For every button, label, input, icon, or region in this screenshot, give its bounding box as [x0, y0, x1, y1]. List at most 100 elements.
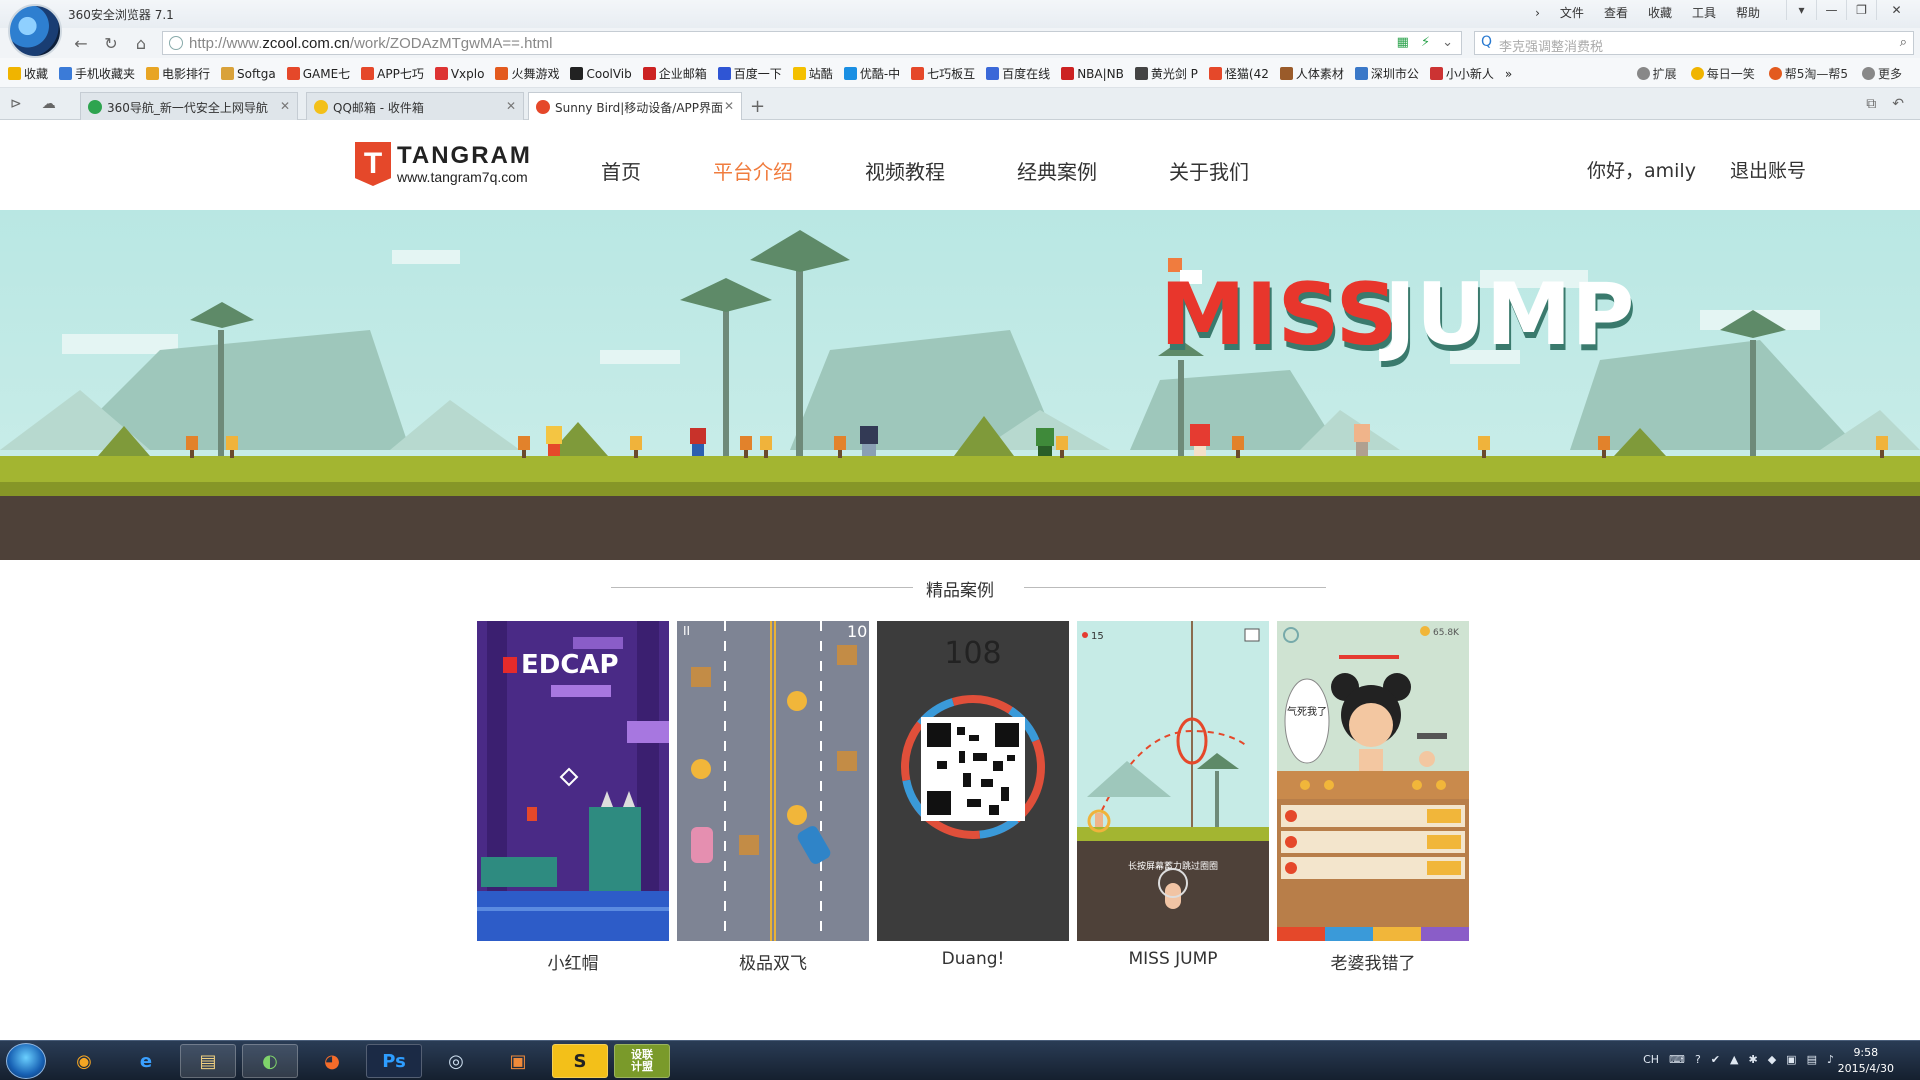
tab-sunny-bird[interactable]: Sunny Bird|移动设备/APP界面 ✕	[528, 92, 742, 121]
case-card-racing[interactable]: II 10 极品双飞	[677, 621, 869, 974]
tray-expand-icon[interactable]: ▲	[1730, 1053, 1738, 1066]
case-card-redcap[interactable]: EDCAP 小红帽	[477, 621, 669, 974]
favorite-item[interactable]: NBA|NB	[1061, 65, 1124, 82]
favorite-item[interactable]: 百度在线	[986, 65, 1050, 82]
favorite-item[interactable]: Vxplo	[434, 65, 484, 82]
input-language[interactable]: CH	[1643, 1053, 1659, 1066]
favorite-item[interactable]: 百度一下	[717, 65, 782, 82]
case-thumb[interactable]: 15 长按屏幕蓄力跳过圈圈	[1077, 621, 1269, 941]
favorite-item[interactable]: GAME七	[286, 65, 350, 82]
favorite-item[interactable]: 火舞游戏	[495, 65, 559, 82]
favorite-right-item[interactable]: 更多	[1861, 65, 1902, 82]
volume-icon[interactable]: ♪	[1827, 1053, 1834, 1066]
tray-check-icon[interactable]: ✔	[1711, 1053, 1720, 1066]
speed-mode-icon[interactable]: ⚡	[1421, 35, 1430, 50]
tab-close-icon[interactable]: ✕	[280, 99, 290, 113]
favorite-right-item[interactable]: 帮5淘—帮5	[1768, 65, 1848, 82]
favorite-item[interactable]: 站酷	[792, 65, 833, 82]
taskbar-security-icon[interactable]: ◉	[56, 1044, 112, 1078]
taskbar-chrome-icon[interactable]: ◕	[304, 1044, 360, 1078]
start-button[interactable]	[6, 1043, 46, 1079]
favorite-item[interactable]: 人体素材	[1279, 65, 1344, 82]
sidebar-toggle-icon[interactable]: ⊳	[10, 96, 22, 112]
home-icon[interactable]: ⌂	[128, 32, 154, 54]
nav-about-us[interactable]: 关于我们	[1169, 156, 1249, 185]
refresh-icon[interactable]: ↻	[98, 32, 124, 54]
taskbar-camera-icon[interactable]: ▣	[490, 1044, 546, 1078]
minimize-button[interactable]: —	[1816, 0, 1846, 20]
tray-360-icon[interactable]: ◆	[1768, 1053, 1776, 1066]
favorite-item[interactable]: 手机收藏夹	[59, 65, 135, 82]
case-card-duang[interactable]: 108 Duang!	[877, 621, 1069, 974]
favorite-item[interactable]: 七巧板互	[911, 65, 975, 82]
favorite-item[interactable]: APP七巧	[361, 65, 424, 82]
favorite-item[interactable]: CoolVib	[570, 65, 632, 82]
favorite-item[interactable]: 收藏	[8, 65, 48, 82]
clock[interactable]: 9:58 2015/4/30	[1838, 1045, 1894, 1077]
tab-qq-mail[interactable]: QQ邮箱 - 收件箱 ✕	[306, 92, 524, 120]
tab-360-nav[interactable]: 360导航_新一代安全上网导航 ✕	[80, 92, 298, 120]
favorites-more-icon[interactable]: »	[1505, 65, 1512, 82]
help-icon[interactable]: ?	[1695, 1053, 1701, 1066]
logout-link[interactable]: 退出账号	[1730, 156, 1806, 183]
favorite-item[interactable]: 黄光剑 P	[1134, 65, 1198, 82]
maximize-button[interactable]: ❐	[1846, 0, 1876, 20]
nav-classic-cases[interactable]: 经典案例	[1017, 156, 1097, 185]
menu-arrow-icon[interactable]: ›	[1525, 4, 1550, 22]
favorite-item[interactable]: 优酷-中	[843, 65, 900, 82]
keyboard-icon[interactable]: ⌨	[1669, 1053, 1685, 1066]
case-card-miss-jump[interactable]: 15 长按屏幕蓄力跳过圈圈 MISS JUMP	[1077, 621, 1269, 974]
favorite-item[interactable]: 深圳市公	[1354, 65, 1419, 82]
case-thumb[interactable]: EDCAP	[477, 621, 669, 941]
taskbar-photoshop-icon[interactable]: Ps	[366, 1044, 422, 1078]
back-icon[interactable]: ←	[68, 32, 94, 54]
undo-close-icon[interactable]: ↶	[1892, 96, 1904, 112]
network-icon[interactable]: ▤	[1807, 1053, 1817, 1066]
taskbar-explorer-icon[interactable]: ▤	[180, 1044, 236, 1078]
favorite-item[interactable]: 电影排行	[146, 65, 210, 82]
taskbar-360-browser-icon[interactable]: ◐	[242, 1044, 298, 1078]
qr-icon[interactable]: ▦	[1397, 35, 1409, 50]
tab-close-icon[interactable]: ✕	[724, 99, 734, 113]
case-name[interactable]: 小红帽	[477, 949, 669, 974]
search-input[interactable]: 李克强调整消费税	[1499, 36, 1603, 55]
taskbar-design-union-icon[interactable]: 设联 计盟	[614, 1044, 670, 1078]
url-field[interactable]: http://www.zcool.com.cn/work/ZODAzMTgwMA…	[162, 31, 1462, 55]
bluetooth-icon[interactable]: ✱	[1748, 1053, 1757, 1066]
tab-close-icon[interactable]: ✕	[506, 99, 516, 113]
favorite-right-item[interactable]: 每日一笑	[1690, 65, 1755, 82]
case-name[interactable]: 老婆我错了	[1277, 949, 1469, 974]
brand-logo[interactable]: T TANGRAM www.tangram7q.com	[355, 142, 532, 186]
case-name[interactable]: 极品双飞	[677, 949, 869, 974]
favorite-item[interactable]: 企业邮箱	[642, 65, 707, 82]
menu-view[interactable]: 查看	[1594, 4, 1638, 22]
skin-icon[interactable]: ▾	[1786, 0, 1816, 20]
favorite-item[interactable]: 怪猫(42	[1208, 65, 1269, 82]
taskbar-zcool-icon[interactable]: S	[552, 1044, 608, 1078]
case-card-sorry-wife[interactable]: 65.8K 气死我了 老婆我错了	[1277, 621, 1469, 974]
cloud-icon[interactable]: ☁	[42, 96, 56, 112]
case-thumb[interactable]: II 10	[677, 621, 869, 941]
taskbar-ie-icon[interactable]: e	[118, 1044, 174, 1078]
nav-video-tutorials[interactable]: 视频教程	[865, 156, 945, 185]
search-box[interactable]: Q 李克强调整消费税 ⌕	[1474, 31, 1914, 55]
case-name[interactable]: Duang!	[877, 949, 1069, 969]
action-center-icon[interactable]: ▣	[1786, 1053, 1796, 1066]
url-dropdown-icon[interactable]: ⌄	[1442, 35, 1453, 50]
restore-tabs-icon[interactable]: ⧉	[1866, 96, 1876, 112]
favorite-item[interactable]: Softga	[221, 65, 276, 82]
case-thumb[interactable]: 65.8K 气死我了	[1277, 621, 1469, 941]
favorite-right-item[interactable]: 扩展	[1636, 65, 1677, 82]
search-engine-icon[interactable]: Q	[1481, 34, 1492, 50]
case-thumb[interactable]: 108	[877, 621, 1069, 941]
menu-file[interactable]: 文件	[1550, 4, 1594, 22]
favorite-item[interactable]: 小小新人	[1429, 65, 1494, 82]
nav-home[interactable]: 首页	[601, 156, 641, 185]
url-text[interactable]: http://www.zcool.com.cn/work/ZODAzMTgwMA…	[189, 35, 552, 52]
menu-help[interactable]: 帮助	[1726, 4, 1770, 22]
nav-platform-intro[interactable]: 平台介绍	[713, 156, 793, 185]
close-button[interactable]: ✕	[1876, 0, 1916, 20]
taskbar-weibo-icon[interactable]: ◎	[428, 1044, 484, 1078]
menu-tools[interactable]: 工具	[1682, 4, 1726, 22]
case-name[interactable]: MISS JUMP	[1077, 949, 1269, 969]
